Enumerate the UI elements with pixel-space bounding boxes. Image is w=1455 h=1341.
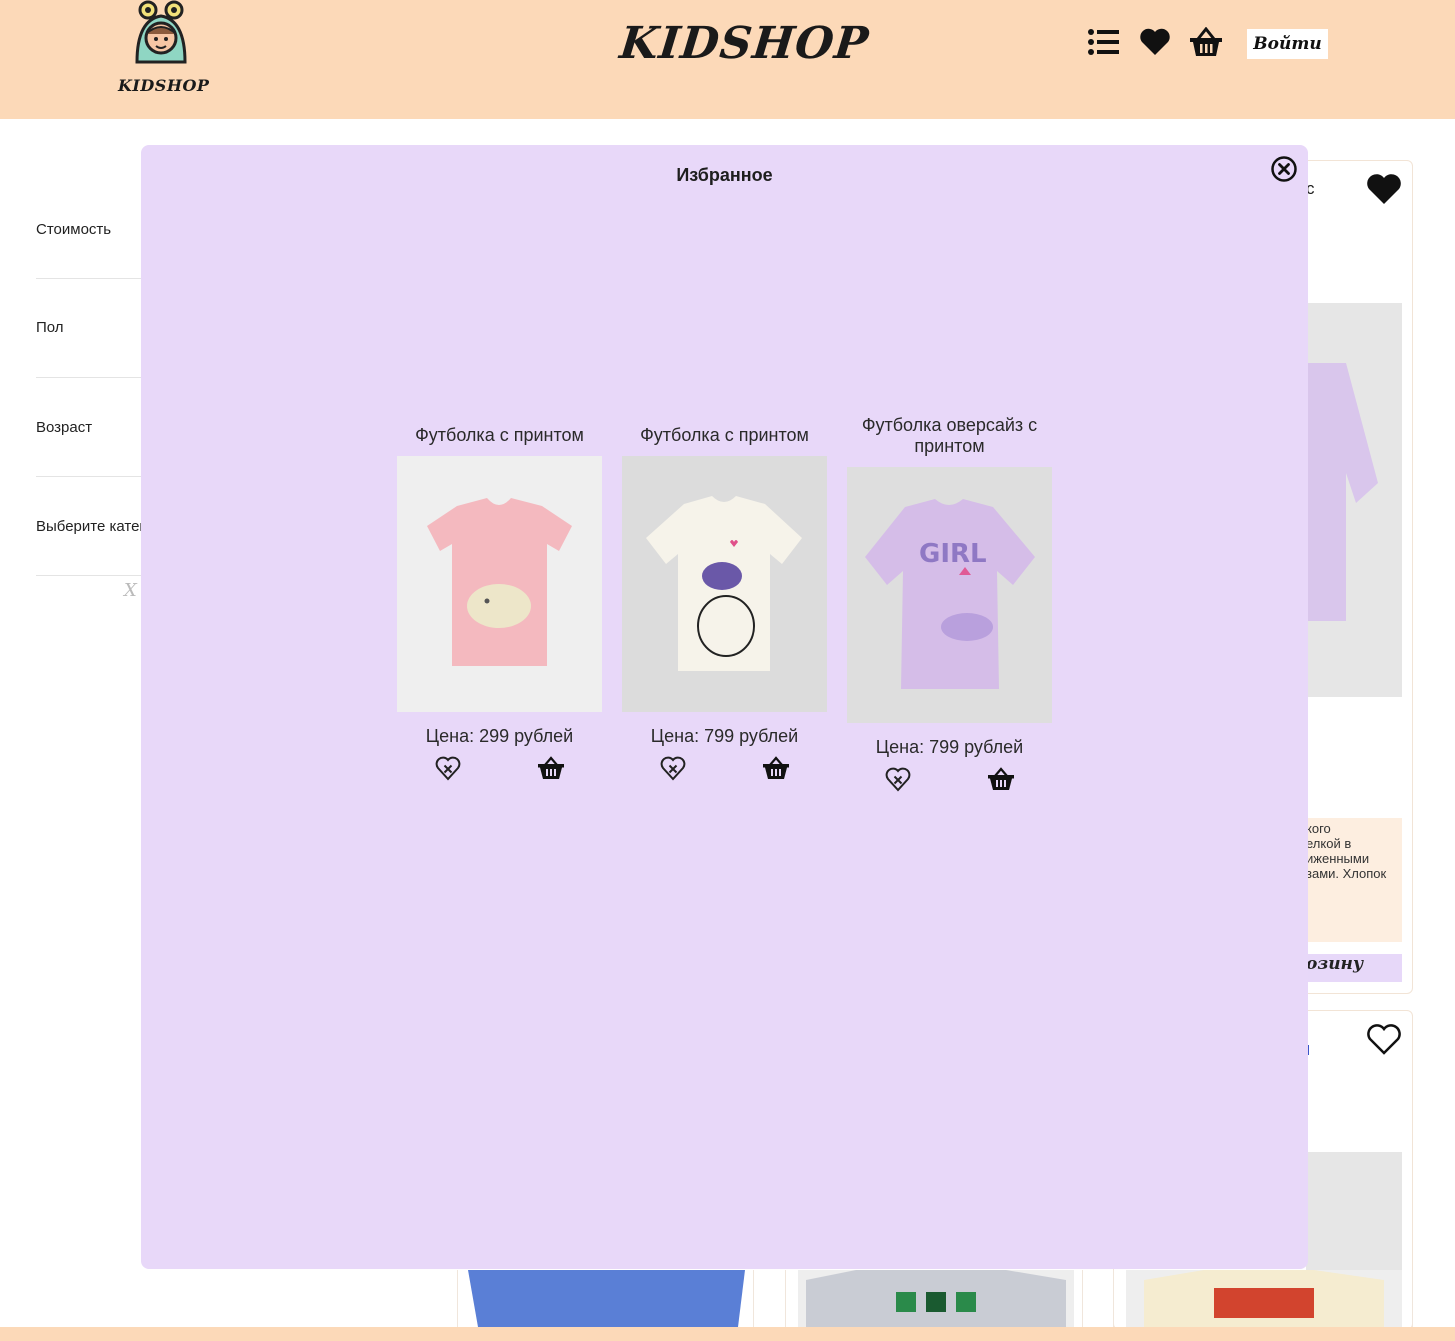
favorite-filled-icon[interactable] (1366, 173, 1402, 205)
item-actions (622, 755, 827, 785)
menu-list-icon[interactable] (1086, 26, 1120, 58)
filter-label: Стоимость (36, 221, 112, 238)
basket-icon[interactable] (1189, 26, 1223, 58)
item-actions (397, 755, 602, 785)
filter-age[interactable]: Возраст (36, 378, 141, 477)
logo-mascot-icon (135, 0, 187, 64)
item-name: Футболка с принтом (640, 425, 809, 445)
favorites-heart-icon[interactable] (1138, 26, 1172, 58)
item-name: Футболка с принтом (415, 425, 584, 445)
product-image (1306, 303, 1402, 697)
filter-price[interactable]: Стоимость (36, 180, 141, 279)
item-image[interactable] (397, 456, 602, 712)
item-price: Цена: 799 рублей (650, 726, 799, 746)
add-to-cart-icon[interactable] (537, 755, 565, 781)
favorite-item: Футболка с принтом Цена: 799 рублей (622, 425, 827, 785)
add-to-cart-icon[interactable] (762, 755, 790, 781)
product-image (1306, 1152, 1402, 1270)
product-card (457, 1270, 754, 1327)
item-price: Цена: 299 рублей (425, 726, 574, 746)
product-description-fragment: кого елкой в иженными зами. Хлопок (1306, 818, 1402, 942)
item-image[interactable] (622, 456, 827, 712)
filter-label: Пол (36, 319, 64, 336)
add-to-cart-button[interactable]: озину (1306, 954, 1402, 982)
modal-title: Избранное (676, 165, 773, 185)
clear-filters-button[interactable]: X (124, 580, 137, 601)
add-to-cart-icon[interactable] (987, 766, 1015, 792)
favorite-outline-icon[interactable] (1366, 1023, 1402, 1055)
item-image[interactable]: GIRL (847, 467, 1052, 723)
brand-title[interactable]: KIDSHOP (617, 18, 871, 69)
filter-gender[interactable]: Пол (36, 279, 141, 378)
favorite-item: Футболка оверсайз с принтом GIRL Цена: 7… (847, 415, 1052, 796)
footer-strip (0, 1327, 1455, 1341)
close-icon[interactable] (1270, 155, 1298, 183)
item-price: Цена: 799 рублей (875, 737, 1024, 757)
item-actions (847, 766, 1052, 796)
favorite-item: Футболка с принтом Цена: 299 рублей (397, 425, 602, 785)
filter-label: Выберите категорию (36, 518, 141, 535)
remove-favorite-icon[interactable] (660, 755, 686, 781)
remove-favorite-icon[interactable] (435, 755, 461, 781)
remove-favorite-icon[interactable] (885, 766, 911, 792)
filter-category[interactable]: Выберите категорию (36, 477, 141, 576)
product-card (785, 1270, 1083, 1327)
item-name: Футболка оверсайз с принтом (861, 415, 1038, 456)
login-button[interactable]: Войти (1247, 29, 1328, 59)
logo-text: KIDSHOP (118, 76, 210, 95)
product-card (1113, 1270, 1413, 1327)
svg-text:GIRL: GIRL (919, 539, 987, 569)
favorites-modal: Избранное Футболка с принтом Цена: 299 р… (141, 145, 1308, 1269)
site-header: KIDSHOP KIDSHOP Войти (0, 0, 1455, 119)
logo[interactable]: KIDSHOP (118, 0, 210, 100)
filter-label: Возраст (36, 419, 93, 436)
